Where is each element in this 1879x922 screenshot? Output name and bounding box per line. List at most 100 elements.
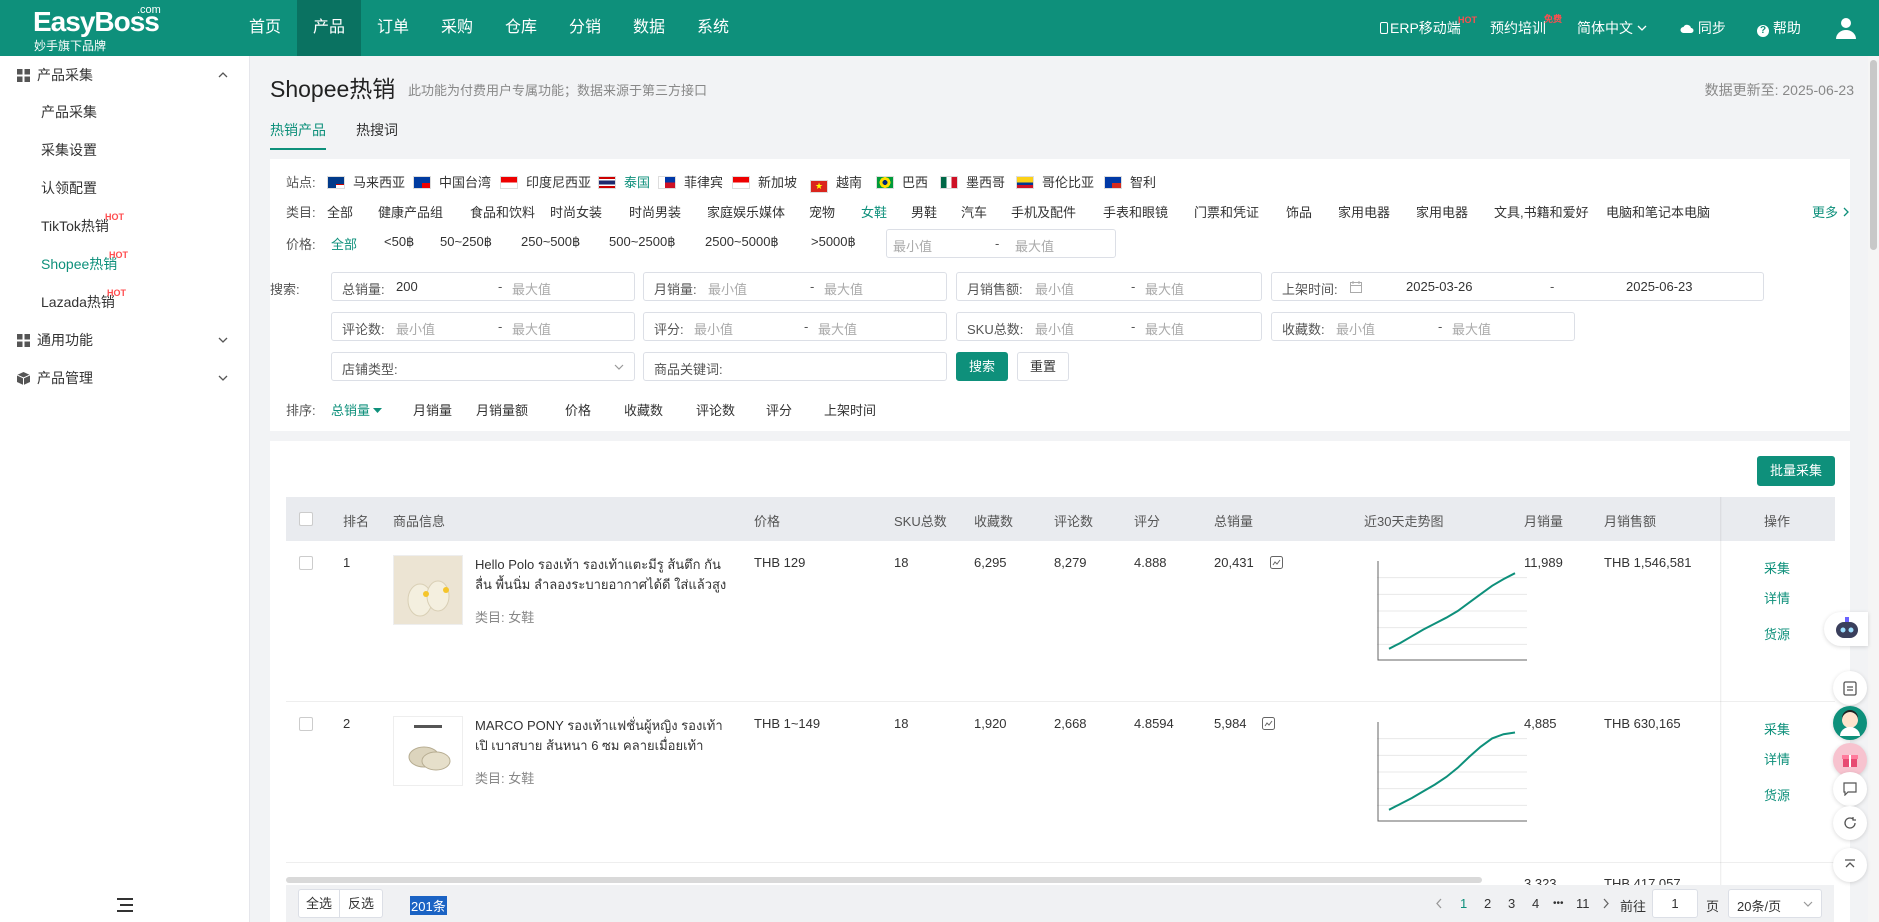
category-option[interactable]: 食品和饮料 (470, 202, 535, 221)
site-option-my[interactable]: 马来西亚 (327, 172, 405, 191)
sort-option[interactable]: 价格 (565, 400, 591, 419)
sidebar-item-collect-settings[interactable]: 采集设置 (41, 132, 97, 168)
category-option[interactable]: 门票和凭证 (1194, 202, 1259, 221)
page-number-input[interactable]: 1 (1652, 889, 1698, 918)
price-option[interactable]: 500~2500฿ (609, 234, 675, 250)
reviews-range[interactable]: 评论数: 最小值 - 最大值 (331, 312, 635, 341)
sidebar-item-shopee-hot[interactable]: Shopee热销 HOT (41, 246, 128, 282)
sort-total-sales[interactable]: 总销量 (331, 400, 383, 419)
site-option-th[interactable]: 泰国 (598, 172, 650, 191)
sidebar-item-lazada-hot[interactable]: Lazada热销 HOT (41, 284, 126, 320)
listing-date-range[interactable]: 上架时间: 2025-03-26 - 2025-06-23 (1271, 272, 1764, 301)
category-option[interactable]: 手机及配件 (1011, 202, 1076, 221)
total-sales-range[interactable]: 总销量: 200 - 最大值 (331, 272, 635, 301)
price-range-input[interactable]: 最小值 - 最大值 (886, 229, 1116, 258)
refresh-button[interactable] (1833, 806, 1867, 840)
site-option-cl[interactable]: 智利 (1104, 172, 1156, 191)
nav-purchase[interactable]: 采购 (425, 0, 489, 56)
sort-option[interactable]: 月销量额 (476, 400, 528, 419)
easyboss-logo[interactable]: EasyBoss .com 妙手旗下品牌 (33, 4, 183, 54)
customer-service-avatar[interactable] (1833, 706, 1867, 740)
task-list-button[interactable] (1833, 671, 1867, 705)
search-button[interactable]: 搜索 (956, 352, 1008, 381)
more-categories-button[interactable]: 更多 (1812, 202, 1850, 221)
vertical-scrollbar[interactable] (1868, 56, 1879, 922)
row-checkbox[interactable] (299, 556, 313, 570)
sku-range[interactable]: SKU总数: 最小值 - 最大值 (956, 312, 1262, 341)
sales-chart-icon[interactable] (1270, 556, 1283, 569)
price-option[interactable]: >5000฿ (811, 234, 856, 250)
sort-option[interactable]: 评分 (766, 400, 792, 419)
nav-product[interactable]: 产品 (297, 0, 361, 56)
chevron-right-icon[interactable] (1602, 898, 1610, 909)
price-option[interactable]: 250~500฿ (521, 234, 580, 250)
nav-home[interactable]: 首页 (233, 0, 297, 56)
monthly-amount-range[interactable]: 月销售额: 最小值 - 最大值 (956, 272, 1262, 301)
training-link[interactable]: 预约培训 免费 (1490, 0, 1562, 56)
sales-chart-icon[interactable] (1262, 717, 1275, 730)
category-option[interactable]: 时尚女装 (550, 202, 602, 221)
category-option[interactable]: 时尚男装 (629, 202, 681, 221)
product-image[interactable] (393, 716, 463, 786)
assistant-bot-button[interactable] (1824, 612, 1868, 646)
price-option[interactable]: <50฿ (384, 234, 414, 250)
user-avatar-icon[interactable] (1836, 17, 1856, 39)
scroll-thumb[interactable] (1870, 60, 1877, 250)
site-option-tw[interactable]: 中国台湾 (413, 172, 491, 191)
source-link[interactable]: 货源 (1764, 624, 1790, 643)
nav-warehouse[interactable]: 仓库 (489, 0, 553, 56)
sidebar-group-collect[interactable]: 产品采集 (0, 57, 250, 93)
price-option[interactable]: 2500~5000฿ (705, 234, 779, 250)
sidebar-item-tiktok-hot[interactable]: TikTok热销 HOT (41, 208, 124, 244)
page-ellipsis[interactable]: ••• (1553, 898, 1564, 909)
category-option[interactable]: 电脑和笔记本电脑 (1606, 202, 1710, 221)
page-3[interactable]: 3 (1508, 896, 1515, 911)
category-option[interactable]: 全部 (327, 202, 353, 221)
price-option[interactable]: 50~250฿ (440, 234, 492, 250)
category-option[interactable]: 汽车 (961, 202, 987, 221)
invert-selection-button[interactable]: 反选 (339, 889, 383, 918)
store-type-select[interactable]: 店铺类型: (331, 352, 635, 381)
category-option[interactable]: 男鞋 (911, 202, 937, 221)
collapse-menu-icon[interactable] (117, 898, 133, 912)
row-checkbox[interactable] (299, 717, 313, 731)
sort-option[interactable]: 月销量 (413, 400, 452, 419)
nav-system[interactable]: 系统 (681, 0, 745, 56)
site-option-vn[interactable]: ★ 越南 (810, 172, 862, 193)
sort-option[interactable]: 评论数 (696, 400, 735, 419)
page-11[interactable]: 11 (1576, 896, 1590, 911)
rating-range[interactable]: 评分: 最小值 - 最大值 (643, 312, 947, 341)
detail-link[interactable]: 详情 (1764, 749, 1790, 768)
category-option[interactable]: 女鞋 (861, 202, 887, 221)
select-all-button[interactable]: 全选 (298, 889, 340, 918)
product-image[interactable] (393, 555, 463, 625)
nav-data[interactable]: 数据 (617, 0, 681, 56)
category-option[interactable]: 文具,书籍和爱好 (1494, 202, 1589, 221)
page-4[interactable]: 4 (1532, 896, 1539, 911)
page-2[interactable]: 2 (1484, 896, 1491, 911)
site-option-co[interactable]: 哥伦比亚 (1016, 172, 1094, 191)
sidebar-group-product-manage[interactable]: 产品管理 (0, 360, 250, 396)
site-option-sg[interactable]: 新加坡 (732, 172, 797, 191)
product-name[interactable]: Hello Polo รองเท้า รองเท้าแตะมีรู ส้นตึก… (475, 555, 733, 595)
batch-collect-button[interactable]: 批量采集 (1757, 456, 1835, 486)
site-option-ph[interactable]: 菲律宾 (658, 172, 723, 191)
chevron-left-icon[interactable] (1435, 898, 1443, 909)
monthly-sales-range[interactable]: 月销量: 最小值 - 最大值 (643, 272, 947, 301)
collect-link[interactable]: 采集 (1764, 558, 1790, 577)
site-option-id[interactable]: 印度尼西亚 (500, 172, 591, 191)
category-option[interactable]: 饰品 (1286, 202, 1312, 221)
language-select[interactable]: 简体中文 (1577, 0, 1647, 56)
favorites-range[interactable]: 收藏数: 最小值 - 最大值 (1271, 312, 1575, 341)
category-option[interactable]: 家用电器 (1338, 202, 1390, 221)
tab-hot-products[interactable]: 热销产品 (270, 120, 326, 150)
product-name[interactable]: MARCO PONY รองเท้าแฟชั่นผู้หญิง รองเท้าเ… (475, 716, 733, 756)
collect-link[interactable]: 采集 (1764, 719, 1790, 738)
reset-button[interactable]: 重置 (1017, 352, 1069, 381)
select-all-checkbox[interactable] (299, 512, 313, 526)
category-option[interactable]: 宠物 (809, 202, 835, 221)
sidebar-group-common[interactable]: 通用功能 (0, 322, 250, 358)
site-option-mx[interactable]: 墨西哥 (940, 172, 1005, 191)
source-link[interactable]: 货源 (1764, 785, 1790, 804)
category-option[interactable]: 健康产品组 (378, 202, 443, 221)
